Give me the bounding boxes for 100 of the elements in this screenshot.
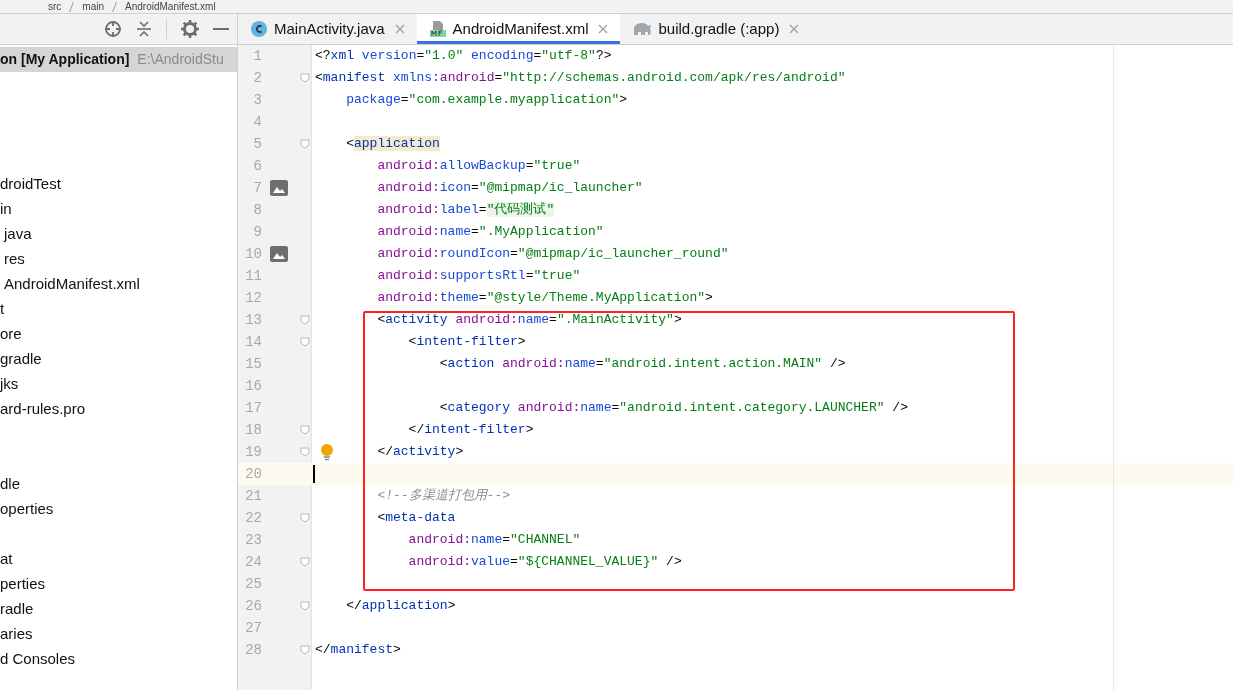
tree-item[interactable]: operties	[0, 498, 54, 521]
line-number: 12	[244, 288, 262, 308]
line-number: 3	[252, 90, 262, 110]
line-number: 22	[244, 508, 262, 528]
line-number: 6	[252, 156, 262, 176]
code-line: android:icon="@mipmap/ic_launcher"	[377, 179, 643, 198]
line-number: 16	[244, 376, 262, 396]
line-number: 13	[244, 310, 262, 330]
line-number: 5	[252, 134, 262, 154]
code-line: android:theme="@style/Theme.MyApplication">	[377, 289, 713, 308]
line-number: 19	[244, 442, 262, 462]
code-line: android:label="代码测试"	[377, 201, 555, 220]
manifest-file-icon	[428, 20, 447, 38]
tree-item[interactable]: droidTest	[0, 173, 61, 196]
image-icon[interactable]	[270, 180, 288, 196]
code-line: package="com.example.myapplication">	[346, 91, 628, 110]
fold-icon[interactable]	[300, 425, 310, 435]
tree-item[interactable]: dle	[0, 473, 21, 496]
code-line: <?xml version="1.0" encoding="utf-8"?>	[315, 47, 612, 66]
tree-item[interactable]: AndroidManifest.xml	[0, 273, 140, 296]
line-number: 1	[252, 46, 262, 66]
code-line: android:name="CHANNEL"	[408, 531, 581, 550]
breadcrumb-item[interactable]: AndroidManifest.xml	[125, 0, 216, 13]
tree-item[interactable]: ore	[0, 323, 22, 346]
line-number: 25	[244, 574, 262, 594]
fold-icon[interactable]	[300, 645, 310, 655]
line-number: 8	[252, 200, 262, 220]
collapse-icon[interactable]	[136, 20, 152, 38]
fold-icon[interactable]	[300, 447, 310, 457]
line-number: 28	[244, 640, 262, 660]
tree-item[interactable]: ard-rules.pro	[0, 398, 86, 421]
fold-icon[interactable]	[300, 315, 310, 325]
tree-item[interactable]: aries	[0, 623, 33, 646]
line-number: 14	[244, 332, 262, 352]
tree-item[interactable]: res	[0, 248, 25, 271]
lightbulb-icon[interactable]	[320, 443, 334, 461]
close-icon[interactable]	[789, 24, 800, 34]
settings-icon[interactable]	[181, 20, 199, 38]
tree-item[interactable]: gradle	[0, 348, 42, 371]
line-number: 24	[244, 552, 262, 572]
line-number: 23	[244, 530, 262, 550]
separator-icon	[69, 1, 75, 12]
tree-item[interactable]: radle	[0, 598, 34, 621]
fold-icon[interactable]	[300, 139, 310, 149]
breadcrumb-item[interactable]: main	[82, 0, 105, 13]
code-line: </intent-filter>	[408, 421, 534, 440]
tree-item[interactable]: t	[0, 298, 5, 321]
code-line: <meta-data	[377, 509, 456, 528]
image-icon[interactable]	[270, 246, 288, 262]
code-line: <category android:name="android.intent.category.LAUNCHER" />	[439, 399, 908, 418]
code-line: android:name=".MyApplication"	[377, 223, 604, 242]
code-line: android:allowBackup="true"	[377, 157, 581, 176]
project-name: on [My Application]	[0, 50, 131, 69]
line-number: 7	[252, 178, 262, 198]
fold-icon[interactable]	[300, 513, 310, 523]
fold-icon[interactable]	[300, 73, 310, 83]
tree-item[interactable]: at	[0, 548, 13, 571]
line-number: 11	[244, 266, 262, 286]
tree-item[interactable]: java	[0, 223, 32, 246]
editor-tab[interactable]: MainActivity.java	[238, 14, 417, 44]
line-number: 18	[244, 420, 262, 440]
locate-icon[interactable]	[104, 20, 122, 38]
code-line: <application	[346, 135, 440, 154]
close-icon[interactable]	[394, 24, 405, 34]
line-number: 9	[252, 222, 262, 242]
code-line: android:roundIcon="@mipmap/ic_launcher_round"	[377, 245, 729, 264]
elephant-icon	[632, 21, 653, 37]
tree-row[interactable]: on [My Application] E:\AndroidStu	[0, 47, 237, 72]
project-path: E:\AndroidStu	[137, 50, 224, 69]
tree-item[interactable]: jks	[0, 373, 19, 396]
code-line: android:value="${CHANNEL_VALUE}" />	[408, 553, 682, 572]
code-line: android:supportsRtl="true"	[377, 267, 581, 286]
code-line: </activity>	[377, 443, 464, 462]
separator-icon	[112, 1, 118, 12]
tree-item[interactable]: perties	[0, 573, 46, 596]
line-number: 27	[244, 618, 262, 638]
line-number: 10	[244, 244, 262, 264]
line-number: 15	[244, 354, 262, 374]
code-line: </application>	[346, 597, 456, 616]
code-line: </manifest>	[315, 641, 401, 660]
code-line: <action android:name="android.intent.action.MAIN" />	[439, 355, 846, 374]
fold-icon[interactable]	[300, 337, 310, 347]
class-icon	[250, 20, 268, 38]
minimize-icon[interactable]	[213, 27, 229, 31]
code-line: <!--多渠道打包用-->	[377, 487, 510, 506]
line-number: 26	[244, 596, 262, 616]
line-number: 21	[244, 486, 262, 506]
tree-item[interactable]: in	[0, 198, 12, 221]
fold-icon[interactable]	[300, 601, 310, 611]
code-line: <activity android:name=".MainActivity">	[377, 311, 682, 330]
line-number: 2	[252, 68, 262, 88]
editor-tab[interactable]: build.gradle (:app)	[620, 14, 812, 44]
tree-item[interactable]: d Consoles	[0, 648, 76, 671]
close-icon[interactable]	[598, 24, 609, 34]
fold-icon[interactable]	[300, 557, 310, 567]
code-line: <manifest xmlns:android="http://schemas.android.com/apk/res/android"	[315, 69, 846, 88]
code-line: <intent-filter>	[408, 333, 526, 352]
breadcrumb-item[interactable]: src	[48, 0, 62, 13]
line-number: 4	[252, 112, 262, 132]
editor-tab[interactable]: AndroidManifest.xml	[416, 14, 621, 44]
